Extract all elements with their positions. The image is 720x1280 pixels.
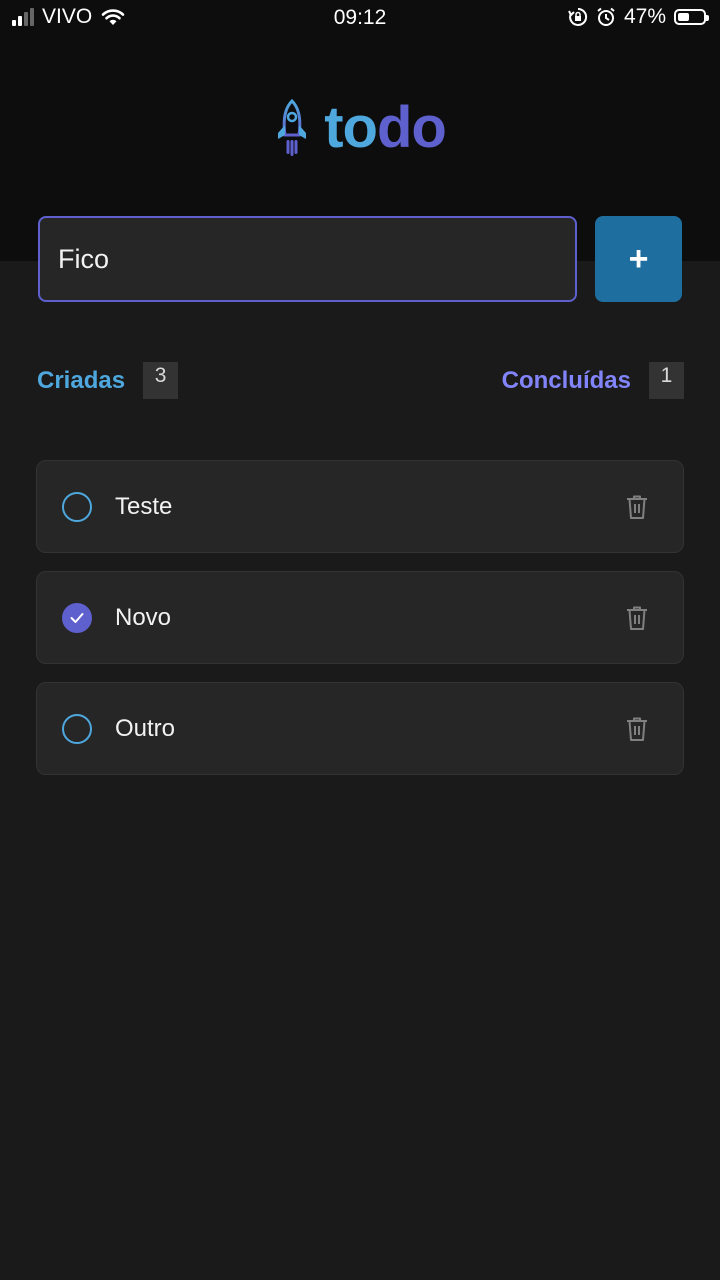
task-text: Teste (115, 493, 173, 520)
battery-percent: 47% (623, 5, 666, 28)
task-item: Novo (36, 571, 684, 664)
trash-icon[interactable] (625, 494, 649, 520)
created-label: Criadas (37, 366, 126, 394)
add-task-button[interactable]: + (595, 216, 682, 302)
plus-icon: + (628, 239, 649, 278)
done-label: Concluídas (501, 366, 631, 394)
alarm-icon (597, 7, 615, 26)
trash-icon[interactable] (625, 605, 649, 631)
created-count-badge: 3 (143, 362, 179, 399)
logo-text-do: do (376, 95, 447, 160)
battery-icon (674, 9, 709, 25)
trash-icon[interactable] (625, 716, 649, 742)
new-task-input[interactable] (38, 216, 577, 302)
task-item: Outro (36, 682, 684, 775)
status-right: 47% (568, 5, 709, 29)
status-bar: VIVO 09:12 47% (0, 0, 720, 36)
app-logo: todo (0, 96, 720, 160)
check-icon (70, 613, 84, 623)
battery-level-fill (678, 13, 689, 21)
task-checkbox[interactable] (62, 492, 92, 522)
rotation-lock-icon (568, 7, 588, 26)
task-checkbox[interactable] (62, 714, 92, 744)
rocket-icon (278, 99, 307, 156)
logo-wordmark: todo (324, 95, 447, 160)
task-checkbox-checked[interactable] (62, 603, 92, 633)
task-text: Outro (115, 715, 176, 742)
done-counter: Concluídas 1 (502, 362, 684, 399)
created-counter: Criadas 3 (37, 362, 179, 399)
task-text: Novo (115, 604, 172, 631)
done-count-badge: 1 (649, 362, 684, 399)
logo-text-to: to (324, 95, 378, 160)
task-item: Teste (36, 460, 684, 553)
